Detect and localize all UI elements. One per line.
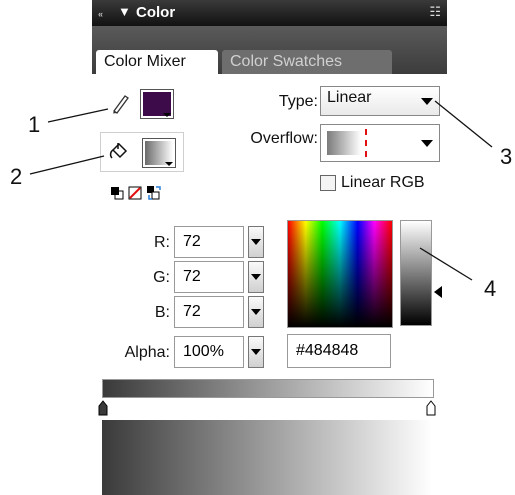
- callout-line-1: [47, 108, 109, 123]
- callout-line-4: [419, 247, 473, 281]
- callout-line-2: [29, 155, 105, 175]
- callout-lines: [29, 100, 493, 281]
- callout-line-3: [434, 100, 493, 148]
